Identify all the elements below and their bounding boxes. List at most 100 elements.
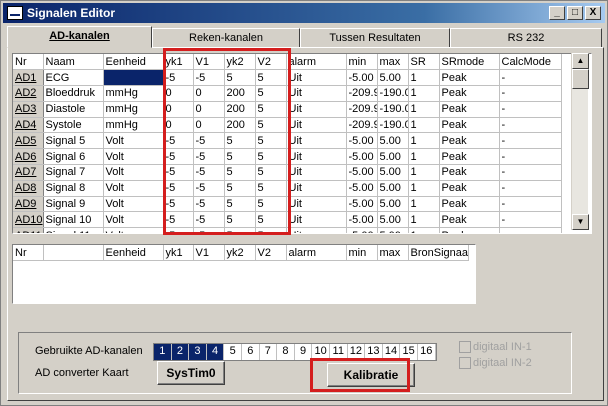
table-cell[interactable]: - [499, 211, 562, 229]
table-cell[interactable]: Signal 10 [43, 211, 104, 229]
table-cell[interactable]: Peak [439, 117, 500, 134]
table-cell[interactable]: Systole [43, 117, 104, 134]
row-number[interactable]: AD4 [13, 117, 44, 134]
maximize-button[interactable]: □ [567, 6, 583, 20]
column-header[interactable]: yk1 [163, 245, 194, 262]
table-cell[interactable]: 5.00 [377, 148, 409, 166]
table-cell[interactable]: Uit [286, 101, 347, 118]
table-cell[interactable]: -5.00 [346, 132, 378, 150]
channel-grid[interactable]: Nr Naam Eenheid yk1 V1 yk2 V2 alarm min max SR SRmo… [12, 53, 592, 234]
table-cell[interactable]: Volt [103, 164, 164, 181]
table-cell[interactable]: - [499, 117, 562, 134]
table-cell[interactable]: 5.00 [377, 211, 409, 229]
tab-ad-kanalen[interactable]: AD-kanalen [7, 26, 152, 48]
row-number[interactable]: AD11 [13, 227, 44, 233]
channel-toggle[interactable]: 8 [277, 344, 295, 360]
table-cell[interactable]: - [499, 85, 562, 102]
table-cell[interactable]: Uit [286, 164, 347, 181]
table-cell[interactable]: Signal 6 [43, 148, 104, 166]
column-header[interactable]: yk2 [224, 245, 256, 262]
table-cell[interactable]: Volt [103, 211, 164, 229]
digitaal-in2-checkbox[interactable]: digitaal IN-2 [459, 357, 532, 369]
table-cell[interactable]: -5.00 [346, 227, 378, 233]
column-header[interactable]: BronSignaal [408, 245, 469, 262]
table-cell[interactable]: Volt [103, 196, 164, 213]
table-cell[interactable]: Bloeddruk [43, 85, 104, 102]
scroll-up-icon[interactable]: ▲ [572, 53, 589, 69]
column-header[interactable]: CalcMode [499, 54, 562, 71]
table-cell[interactable]: - [499, 180, 562, 197]
column-header[interactable]: max [377, 54, 409, 71]
table-cell[interactable]: Volt [103, 148, 164, 166]
row-number[interactable]: AD1 [13, 69, 44, 87]
channel-toggle[interactable]: 5 [224, 344, 242, 360]
table-cell[interactable]: - [499, 227, 562, 233]
table-cell[interactable]: -209.9 [346, 101, 378, 118]
table-cell[interactable]: Peak [439, 85, 500, 102]
table-cell[interactable]: Peak [439, 148, 500, 166]
table-cell[interactable]: 1 [408, 196, 440, 213]
table-cell[interactable]: - [499, 164, 562, 181]
digitaal-in1-checkbox[interactable]: digitaal IN-1 [459, 341, 532, 353]
table-cell[interactable]: mmHg [103, 101, 164, 118]
column-header[interactable]: V2 [255, 245, 287, 262]
channel-toggle[interactable]: 3 [189, 344, 207, 360]
table-cell[interactable]: 5.00 [377, 227, 409, 233]
row-number[interactable]: AD10 [13, 211, 44, 229]
table-cell[interactable]: Signal 11 [43, 227, 104, 233]
table-cell[interactable]: mmHg [103, 117, 164, 134]
table-cell[interactable]: Volt [103, 227, 164, 233]
table-cell[interactable]: 5.00 [377, 196, 409, 213]
table-cell[interactable]: -5.00 [346, 180, 378, 197]
channel-toggle[interactable]: 6 [241, 344, 260, 360]
table-cell[interactable]: Uit [286, 132, 347, 150]
minimize-button[interactable]: _ [549, 6, 565, 20]
table-cell[interactable]: -5.00 [346, 211, 378, 229]
table-cell[interactable]: 1 [408, 117, 440, 134]
table-cell[interactable]: 1 [408, 180, 440, 197]
table-cell[interactable]: Signal 8 [43, 180, 104, 197]
channel-toggle[interactable]: 2 [171, 344, 190, 360]
table-cell[interactable]: -5.00 [346, 69, 378, 87]
table-cell[interactable]: 1 [408, 85, 440, 102]
channel-toggle[interactable]: 16 [417, 344, 436, 360]
table-cell[interactable]: Uit [286, 180, 347, 197]
grid-scrollbar[interactable]: ▲ ▼ [571, 53, 589, 230]
row-number[interactable]: AD3 [13, 101, 44, 118]
table-cell[interactable]: Uit [286, 69, 347, 87]
systim-button[interactable]: SysTim0 [157, 361, 225, 385]
table-cell[interactable]: 1 [408, 132, 440, 150]
table-cell[interactable]: Peak [439, 180, 500, 197]
row-number[interactable]: AD6 [13, 148, 44, 166]
calc-grid[interactable]: Nr Naam Eenheid yk1 V1 yk2 V2 alarm min max BronSi… [12, 244, 476, 304]
table-cell[interactable]: Uit [286, 117, 347, 134]
table-cell[interactable]: 5.00 [377, 180, 409, 197]
tab-tussen-resultaten[interactable]: Tussen Resultaten [300, 28, 450, 48]
table-cell[interactable]: Peak [439, 69, 500, 87]
table-cell[interactable]: ECG [43, 69, 104, 87]
column-header[interactable]: min [346, 54, 378, 71]
table-cell[interactable]: Peak [439, 132, 500, 150]
table-cell[interactable]: 1 [408, 148, 440, 166]
table-cell[interactable]: Peak [439, 101, 500, 118]
table-cell[interactable]: 1 [408, 69, 440, 87]
column-header[interactable]: SR [408, 54, 440, 71]
table-cell[interactable] [103, 69, 164, 87]
table-cell[interactable]: Signal 9 [43, 196, 104, 213]
row-number[interactable]: AD7 [13, 164, 44, 181]
column-header[interactable]: alarm [286, 245, 347, 262]
table-cell[interactable]: -5.00 [346, 164, 378, 181]
table-cell[interactable]: -190.0 [377, 85, 409, 102]
scroll-down-icon[interactable]: ▼ [572, 214, 589, 230]
table-cell[interactable]: -5.00 [346, 148, 378, 166]
table-cell[interactable]: - [499, 148, 562, 166]
row-number[interactable]: AD9 [13, 196, 44, 213]
close-button[interactable]: X [585, 6, 601, 20]
row-number[interactable]: AD8 [13, 180, 44, 197]
column-header[interactable]: alarm [286, 54, 347, 71]
table-cell[interactable]: Signal 5 [43, 132, 104, 150]
table-cell[interactable]: -190.0 [377, 117, 409, 134]
table-cell[interactable]: - [499, 101, 562, 118]
table-cell[interactable]: Peak [439, 196, 500, 213]
channel-toggle[interactable]: 4 [206, 344, 225, 360]
